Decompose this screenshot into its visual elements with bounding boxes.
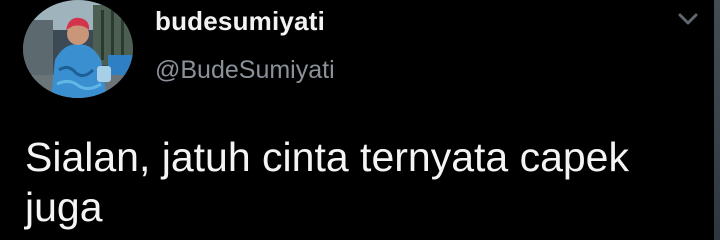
avatar-photo-icon [23, 0, 133, 98]
author-handle[interactable]: @BudeSumiyati [155, 56, 335, 85]
tweet-card: budesumiyati @BudeSumiyati Sialan, jatuh… [0, 0, 720, 240]
chevron-down-icon [678, 13, 698, 25]
author-display-name[interactable]: budesumiyati [155, 6, 325, 37]
edge-strip [714, 0, 720, 240]
tweet-menu-button[interactable] [674, 8, 702, 30]
author-avatar[interactable] [23, 0, 133, 98]
tweet-text: Sialan, jatuh cinta ternyata capek juga [25, 134, 629, 230]
